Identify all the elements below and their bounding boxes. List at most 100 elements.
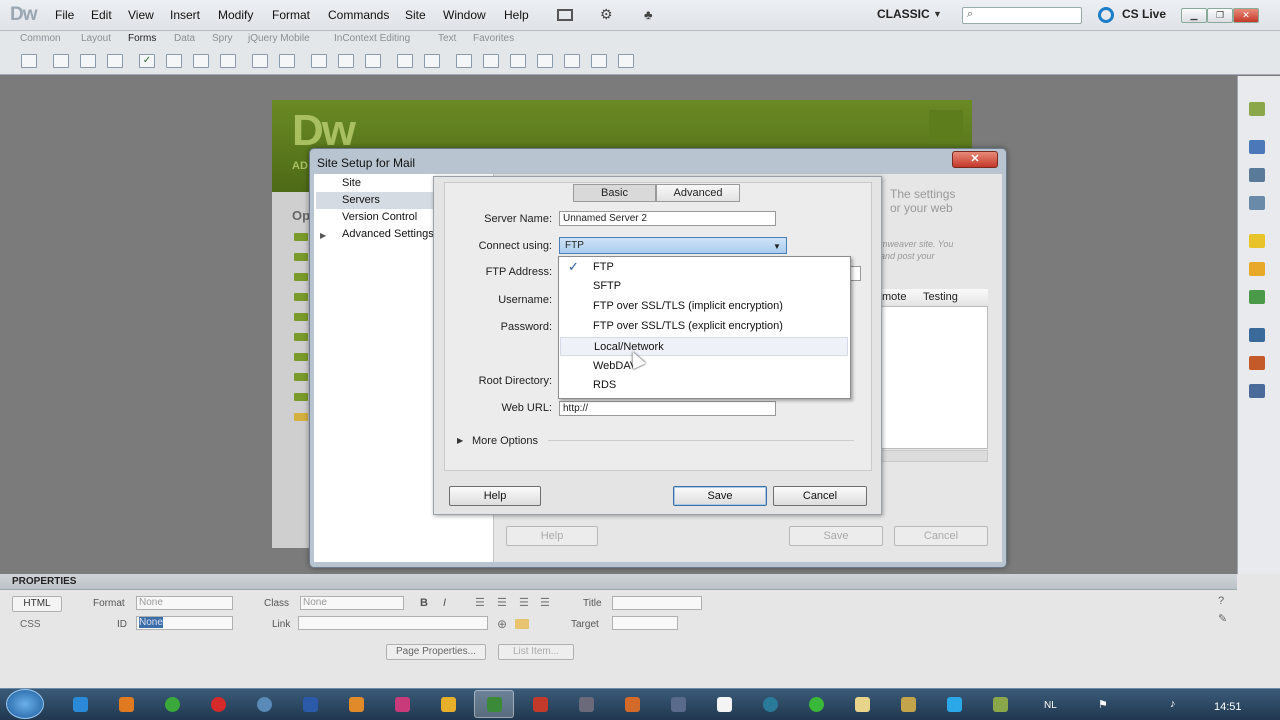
option-local-network[interactable]: Local/Network	[560, 337, 848, 356]
menu-commands[interactable]: Commands	[328, 8, 389, 22]
radio-button-icon[interactable]	[193, 54, 209, 68]
italic-icon[interactable]: I	[443, 597, 446, 609]
archive-icon[interactable]	[901, 697, 916, 712]
database-icon[interactable]	[1249, 234, 1265, 248]
folder-icon[interactable]	[515, 619, 529, 629]
flash-icon[interactable]	[533, 697, 548, 712]
safari-icon[interactable]	[257, 697, 272, 712]
app-icon[interactable]	[993, 697, 1008, 712]
form-icon[interactable]	[21, 54, 37, 68]
save-button[interactable]: Save	[673, 486, 767, 506]
option-ftp-ssl-explicit[interactable]: FTP over SSL/TLS (explicit encryption)	[560, 317, 848, 336]
indent-icon[interactable]: ☰	[540, 596, 550, 609]
menu-window[interactable]: Window	[443, 8, 486, 22]
spry-text-field-icon[interactable]	[456, 54, 472, 68]
after-effects-icon[interactable]	[671, 697, 686, 712]
spry-checkbox-icon[interactable]	[510, 54, 526, 68]
option-rds[interactable]: RDS	[560, 376, 848, 395]
menu-modify[interactable]: Modify	[218, 8, 253, 22]
quick-tag-icon[interactable]: ✎	[1218, 612, 1227, 625]
id-select[interactable]: None	[136, 616, 233, 630]
file-icon[interactable]	[294, 253, 308, 261]
class-select[interactable]: None	[300, 596, 404, 610]
tab-common[interactable]: Common	[20, 33, 61, 44]
spry-password-icon[interactable]	[564, 54, 580, 68]
server-behaviors-icon[interactable]	[1249, 290, 1265, 304]
menu-file[interactable]: File	[55, 8, 74, 22]
file-field-icon[interactable]	[338, 54, 354, 68]
tab-favorites[interactable]: Favorites	[473, 33, 514, 44]
ap-elements-icon[interactable]	[1249, 168, 1265, 182]
search-input[interactable]	[962, 7, 1082, 24]
web-url-field[interactable]: http://	[559, 401, 776, 416]
spry-radio-icon[interactable]	[618, 54, 634, 68]
css-styles-icon[interactable]	[1249, 140, 1265, 154]
bridge-icon[interactable]	[441, 697, 456, 712]
pdf-icon[interactable]	[717, 697, 732, 712]
file-icon[interactable]	[294, 373, 308, 381]
tab-jquery-mobile[interactable]: jQuery Mobile	[248, 33, 310, 44]
volume-icon[interactable]: ♪	[1170, 698, 1176, 710]
menu-insert[interactable]: Insert	[170, 8, 200, 22]
file-icon[interactable]	[294, 273, 308, 281]
bold-icon[interactable]: B	[420, 597, 428, 609]
cs-live-label[interactable]: CS Live	[1122, 7, 1166, 21]
tab-incontext-editing[interactable]: InContext Editing	[334, 33, 410, 44]
dreamweaver-icon[interactable]	[487, 697, 502, 712]
restore-button[interactable]: ❐	[1207, 8, 1233, 23]
tab-data[interactable]: Data	[174, 33, 195, 44]
menu-site[interactable]: Site	[405, 8, 426, 22]
column-testing[interactable]: Testing	[923, 291, 958, 303]
menu-help[interactable]: Help	[504, 8, 529, 22]
flag-icon[interactable]: ⚑	[1098, 698, 1108, 711]
tab-spry[interactable]: Spry	[212, 33, 233, 44]
link-field[interactable]	[298, 616, 488, 630]
cancel-button[interactable]: Cancel	[773, 486, 867, 506]
folder-icon[interactable]	[294, 413, 308, 421]
spry-confirm-icon[interactable]	[591, 54, 607, 68]
file-icon[interactable]	[294, 313, 308, 321]
file-icon[interactable]	[294, 353, 308, 361]
unordered-list-icon[interactable]: ☰	[475, 596, 485, 609]
file-icon[interactable]	[294, 293, 308, 301]
chrome-icon[interactable]	[165, 697, 180, 712]
connect-using-select[interactable]: FTP	[559, 237, 787, 254]
point-to-file-icon[interactable]: ⊕	[497, 617, 507, 631]
menu-view[interactable]: View	[128, 8, 154, 22]
clock[interactable]: 14:51	[1214, 701, 1242, 713]
table-scrollbar[interactable]	[880, 450, 988, 462]
minimize-button[interactable]: ▁	[1181, 8, 1207, 23]
ie-icon[interactable]	[73, 697, 88, 712]
ordered-list-icon[interactable]: ☰	[497, 596, 507, 609]
acrobat-icon[interactable]	[625, 697, 640, 712]
workspace-switcher[interactable]: CLASSIC	[877, 7, 930, 21]
file-icon[interactable]	[294, 333, 308, 341]
indesign-icon[interactable]	[395, 697, 410, 712]
html-mode-button[interactable]: HTML	[12, 596, 62, 612]
more-options-toggle[interactable]: More Options	[472, 435, 538, 447]
bindings-icon[interactable]	[1249, 262, 1265, 276]
explorer-icon[interactable]	[855, 697, 870, 712]
spry-select-icon[interactable]	[537, 54, 553, 68]
language-indicator[interactable]: NL	[1044, 700, 1057, 711]
tab-forms[interactable]: Forms	[128, 33, 156, 44]
file-icon[interactable]	[294, 233, 308, 241]
textarea-icon[interactable]	[107, 54, 123, 68]
title-field[interactable]	[612, 596, 702, 610]
cs-live-icon[interactable]	[1098, 7, 1114, 23]
css-mode-button[interactable]: CSS	[20, 619, 41, 630]
gear-icon[interactable]: ⚙	[600, 6, 613, 23]
layout-icon[interactable]	[557, 9, 573, 21]
tab-advanced[interactable]: Advanced	[656, 184, 740, 202]
option-ftp[interactable]: FTP	[560, 258, 848, 277]
tab-layout[interactable]: Layout	[81, 33, 111, 44]
dialog-close-button[interactable]: ✕	[952, 151, 998, 168]
site-save-button[interactable]: Save	[789, 526, 883, 546]
servers-table[interactable]	[880, 289, 988, 449]
web-icon[interactable]	[763, 697, 778, 712]
fireworks-icon[interactable]	[579, 697, 594, 712]
column-remote[interactable]: mote	[882, 291, 906, 303]
list-item-button[interactable]: List Item...	[498, 644, 574, 660]
button-icon[interactable]	[365, 54, 381, 68]
label-icon[interactable]	[397, 54, 413, 68]
